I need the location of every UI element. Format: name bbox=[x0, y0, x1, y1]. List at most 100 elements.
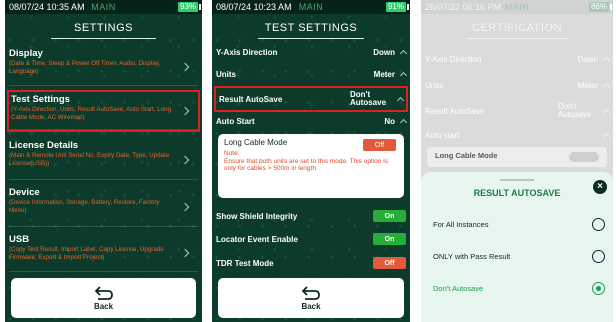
settings-screen: 08/07/24 10:35 AM MAIN 93% SETTINGS Disp… bbox=[5, 0, 202, 322]
option-dont-autosave[interactable]: Don't Autosave bbox=[433, 282, 605, 295]
row-tdr-test-mode: TDR Test Mode Off bbox=[216, 255, 406, 271]
chevron-up-icon bbox=[602, 132, 611, 141]
row-value: Meter bbox=[373, 69, 395, 79]
option-label: For All Instances bbox=[433, 220, 489, 229]
battery-indicator: 86% bbox=[588, 2, 613, 12]
menu-item-desc: (Copy Test Result, Import Label, Copy Li… bbox=[9, 246, 164, 261]
radio-button[interactable] bbox=[592, 218, 605, 231]
menu-item-desc: (Device Information, Storage, Battery, R… bbox=[9, 199, 160, 214]
row-y-axis-direction: Y-Axis Direction Down bbox=[425, 52, 611, 66]
back-label: Back bbox=[301, 301, 321, 311]
row-label: Auto start bbox=[425, 130, 460, 140]
menu-item-label: Test Settings bbox=[11, 94, 70, 105]
row-label: Y-Axis Direction bbox=[425, 54, 482, 64]
row-value: Down bbox=[577, 54, 598, 64]
status-mode: MAIN bbox=[298, 2, 324, 12]
title-divider bbox=[467, 38, 567, 39]
radio-button-selected[interactable] bbox=[592, 282, 605, 295]
long-cable-card: Long Cable Mode bbox=[427, 147, 607, 167]
back-arrow-icon bbox=[301, 285, 320, 300]
certification-screen: 26/07/22 06:16 PM MAIN 86% CERTIFICATION… bbox=[421, 0, 613, 322]
row-value: No bbox=[384, 116, 395, 126]
close-icon[interactable]: × bbox=[593, 180, 607, 194]
row-label: Result AutoSave bbox=[425, 106, 485, 116]
test-settings-screen: 08/07/24 10:23 AM MAIN 91% TEST SETTINGS… bbox=[212, 0, 410, 322]
status-mode: MAIN bbox=[91, 2, 116, 12]
menu-item-display[interactable]: Display (Date & Time, Sleep & Power Off … bbox=[9, 48, 198, 86]
row-label: TDR Test Mode bbox=[216, 258, 274, 268]
radio-button[interactable] bbox=[592, 250, 605, 263]
row-auto-start[interactable]: Auto Start No bbox=[216, 113, 408, 129]
option-only-pass-result[interactable]: ONLY with Pass Result bbox=[433, 250, 605, 263]
row-result-autosave: Result AutoSave Don't Autosave bbox=[425, 100, 611, 122]
status-mode: MAIN bbox=[504, 2, 530, 12]
chevron-up-icon bbox=[399, 118, 408, 127]
note-title: Note: bbox=[224, 150, 240, 157]
row-label: Units bbox=[425, 80, 444, 90]
menu-item-label: USB bbox=[9, 234, 30, 245]
chevron-up-icon bbox=[396, 96, 405, 105]
locator-event-toggle[interactable]: On bbox=[373, 233, 406, 245]
option-label: Don't Autosave bbox=[433, 284, 484, 293]
battery-indicator: 93% bbox=[177, 2, 202, 12]
row-label: Locator Event Enable bbox=[216, 234, 298, 244]
long-cable-toggle[interactable]: Off bbox=[363, 139, 396, 151]
shield-integrity-toggle[interactable]: On bbox=[373, 210, 406, 222]
page-title: TEST SETTINGS bbox=[264, 22, 358, 34]
title-divider bbox=[51, 38, 156, 39]
sheet-handle[interactable] bbox=[500, 179, 534, 181]
menu-item-desc: (Main & Remote Unit Serial No, Expiry Da… bbox=[9, 152, 170, 167]
page-title: SETTINGS bbox=[73, 22, 133, 34]
menu-item-label: License Details bbox=[9, 140, 79, 151]
row-label: Auto Start bbox=[216, 116, 255, 126]
screenshot-stage: 08/07/24 10:35 AM MAIN 93% SETTINGS Disp… bbox=[0, 0, 616, 322]
row-units: Units Meter bbox=[425, 78, 611, 92]
note-text: Ensure that both units are set to this m… bbox=[224, 157, 388, 173]
row-label: Show Shield Integrity bbox=[216, 211, 298, 221]
status-bar: 08/07/24 10:23 AM MAIN 91% bbox=[212, 0, 410, 14]
row-value: Meter bbox=[577, 80, 598, 90]
chevron-up-icon bbox=[602, 108, 611, 117]
long-cable-switch bbox=[569, 152, 599, 162]
menu-item-desc: (Date & Time, Sleep & Power Off Timer, A… bbox=[9, 60, 161, 75]
row-y-axis-direction[interactable]: Y-Axis Direction Down bbox=[216, 44, 408, 60]
row-label: Result AutoSave bbox=[219, 94, 283, 104]
menu-item-desc: (Y-Axis Direction, Units, Result AutoSav… bbox=[11, 106, 172, 121]
title-divider bbox=[258, 38, 364, 39]
back-arrow-icon bbox=[94, 285, 113, 300]
option-label: ONLY with Pass Result bbox=[433, 252, 511, 261]
back-button[interactable]: Back bbox=[218, 278, 404, 318]
row-value: Down bbox=[373, 47, 395, 57]
tdr-test-mode-toggle[interactable]: Off bbox=[373, 257, 406, 269]
status-bar: 08/07/24 10:35 AM MAIN 93% bbox=[5, 0, 202, 14]
row-label: Y-Axis Direction bbox=[216, 47, 278, 57]
battery-indicator: 91% bbox=[385, 2, 410, 12]
menu-item-label: Display bbox=[9, 48, 43, 59]
menu-item-usb[interactable]: USB (Copy Test Result, Import Label, Cop… bbox=[9, 234, 198, 272]
row-result-autosave[interactable]: Result AutoSave Don't Autosave bbox=[214, 86, 408, 112]
row-show-shield-integrity: Show Shield Integrity On bbox=[216, 208, 406, 224]
row-value: Don't Autosave bbox=[558, 102, 592, 119]
chevron-up-icon bbox=[602, 56, 611, 65]
long-cable-label: Long Cable Mode bbox=[435, 151, 498, 160]
sheet-title: RESULT AUTOSAVE bbox=[473, 188, 561, 198]
chevron-up-icon bbox=[399, 71, 408, 80]
status-bar: 26/07/22 06:16 PM MAIN 86% bbox=[421, 0, 613, 14]
menu-item-label: Device bbox=[9, 187, 40, 198]
row-locator-event-enable: Locator Event Enable On bbox=[216, 231, 406, 247]
option-for-all-instances[interactable]: For All Instances bbox=[433, 218, 605, 231]
row-auto-start: Auto start bbox=[425, 128, 611, 142]
back-button[interactable]: Back bbox=[11, 278, 196, 318]
result-autosave-sheet: RESULT AUTOSAVE × For All Instances ONLY… bbox=[421, 172, 613, 322]
row-units[interactable]: Units Meter bbox=[216, 66, 408, 82]
long-cable-card: Long Cable Mode Off Note: Ensure that bo… bbox=[218, 134, 404, 198]
menu-item-license-details[interactable]: License Details (Main & Remote Unit Seri… bbox=[9, 140, 198, 180]
back-label: Back bbox=[93, 301, 114, 311]
menu-item-device[interactable]: Device (Device Information, Storage, Bat… bbox=[9, 187, 198, 227]
menu-item-test-settings[interactable]: Test Settings (Y-Axis Direction, Units, … bbox=[7, 90, 200, 132]
row-value: Don't Autosave bbox=[350, 90, 387, 107]
row-label: Units bbox=[216, 69, 236, 79]
chevron-up-icon bbox=[399, 49, 408, 58]
page-title: CERTIFICATION bbox=[472, 22, 562, 34]
chevron-up-icon bbox=[602, 82, 611, 91]
